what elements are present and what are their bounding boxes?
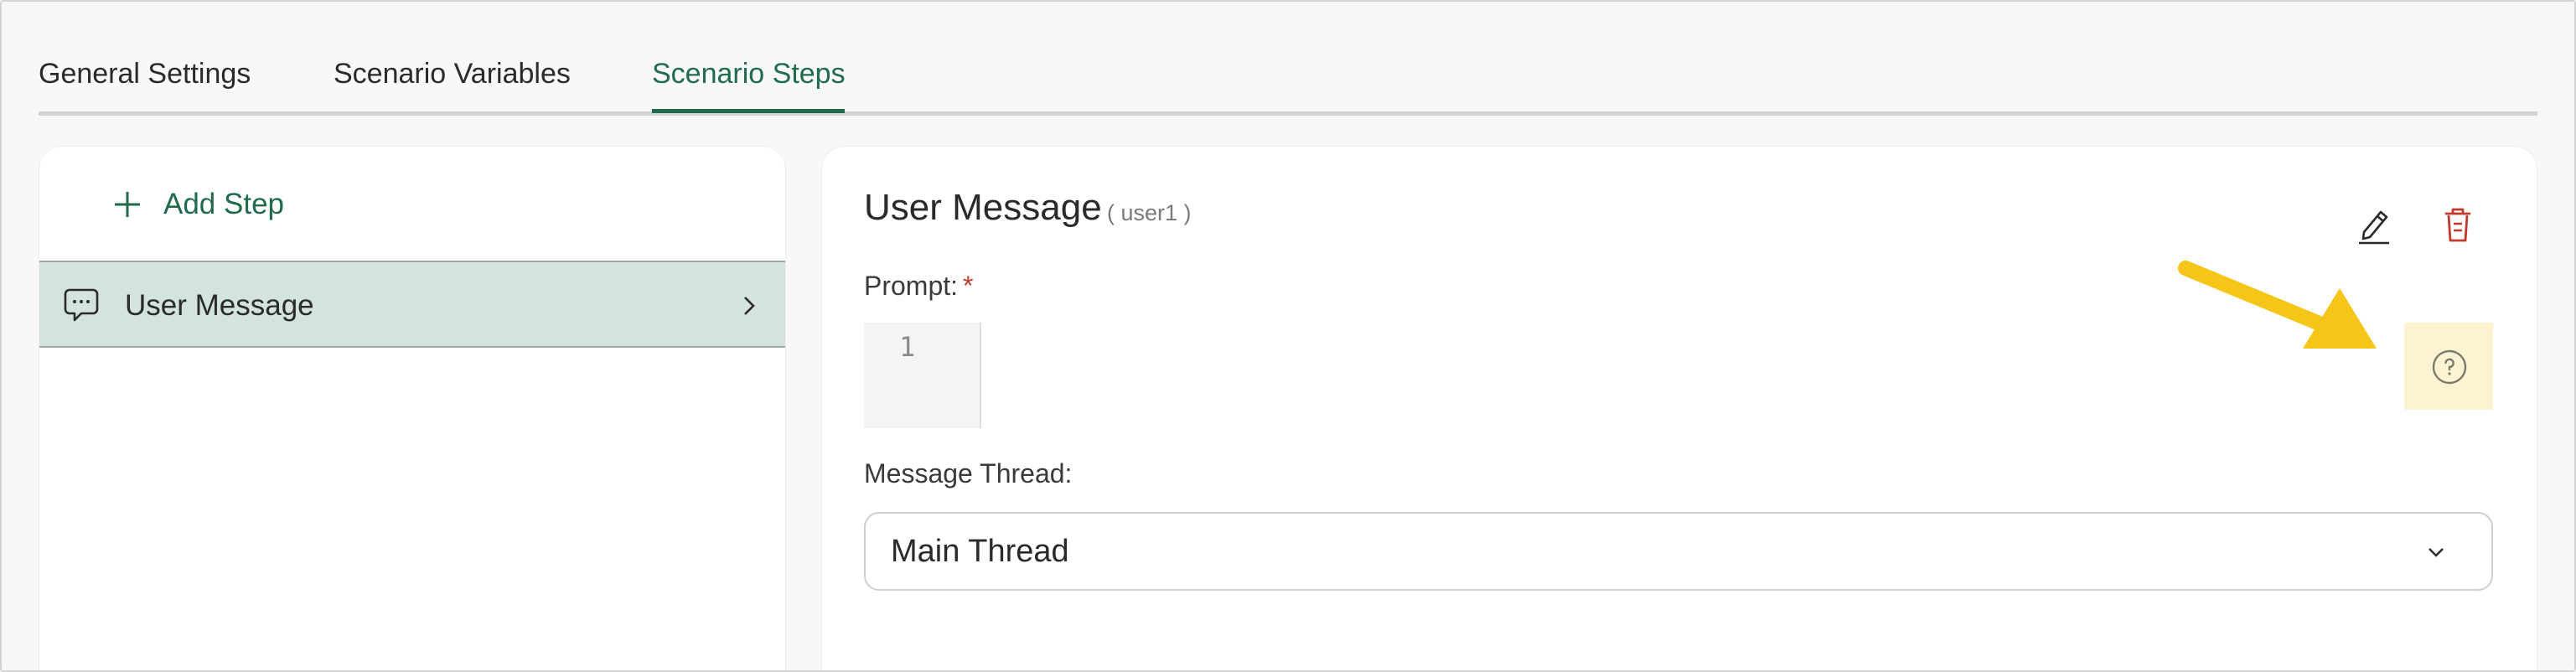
message-thread-value: Main Thread	[891, 534, 1069, 569]
plus-icon	[115, 192, 140, 217]
message-thread-select[interactable]: Main Thread	[864, 512, 2493, 591]
edit-icon[interactable]	[2356, 205, 2392, 246]
step-item-label: User Message	[125, 289, 314, 322]
help-button[interactable]	[2404, 323, 2493, 410]
annotation-arrow-icon	[2178, 261, 2377, 349]
step-id: ( user1 )	[1107, 200, 1192, 225]
chat-bubble-icon	[64, 288, 99, 322]
tab-bar: General Settings Scenario Variables Scen…	[39, 40, 2537, 116]
step-item-user-message[interactable]: User Message	[39, 261, 785, 348]
message-thread-label: Message Thread:	[864, 458, 1073, 488]
prompt-label-text: Prompt:	[864, 271, 959, 301]
step-detail-panel: User Message ( user1 ) Prompt: * 1 Messag…	[821, 146, 2537, 672]
help-icon	[2432, 349, 2467, 385]
editor-gutter: 1	[864, 323, 981, 428]
required-marker: *	[963, 271, 974, 301]
add-step-label: Add Step	[163, 188, 284, 220]
steps-panel: Add Step User Message	[39, 146, 786, 672]
tab-scenario-variables[interactable]: Scenario Variables	[334, 57, 571, 90]
add-step-button[interactable]: Add Step	[113, 184, 284, 225]
step-title: User Message	[864, 187, 1102, 228]
active-tab-indicator	[652, 109, 845, 113]
trash-icon[interactable]	[2441, 205, 2475, 246]
tab-general-settings[interactable]: General Settings	[39, 57, 251, 90]
chevron-down-icon	[2429, 548, 2444, 557]
tab-scenario-steps[interactable]: Scenario Steps	[652, 57, 846, 90]
chevron-right-icon	[744, 297, 755, 315]
line-number: 1	[899, 331, 916, 363]
prompt-label: Prompt: *	[864, 271, 973, 302]
